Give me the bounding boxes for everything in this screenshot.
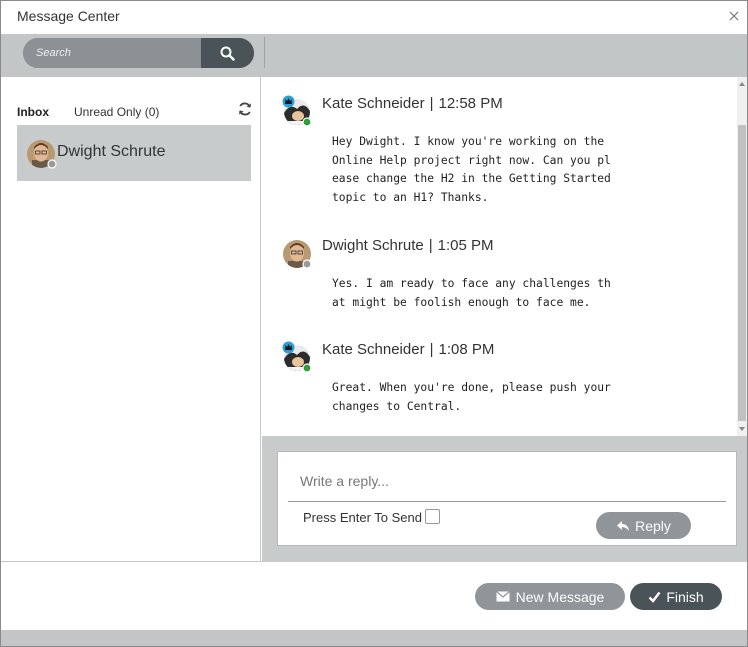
reply-button[interactable]: Reply — [596, 512, 691, 539]
search-box — [23, 38, 254, 68]
search-button[interactable] — [201, 38, 254, 68]
search-input[interactable] — [23, 38, 201, 68]
avatar — [282, 341, 312, 373]
footer: New Message Finish — [1, 562, 747, 630]
envelope-icon — [495, 591, 510, 602]
finish-button[interactable]: Finish — [630, 583, 722, 610]
close-icon[interactable] — [727, 9, 741, 23]
reply-arrow-icon — [617, 520, 630, 531]
message-time: 12:58 PM — [438, 95, 503, 112]
tab-inbox[interactable]: Inbox — [17, 105, 49, 119]
message-header: Dwight Schrute | 1:05 PM — [322, 237, 494, 254]
avatar — [27, 140, 57, 170]
refresh-icon[interactable] — [237, 101, 253, 117]
press-enter-checkbox[interactable] — [425, 509, 440, 524]
new-message-label: New Message — [515, 588, 605, 605]
header-separator: | — [429, 95, 434, 112]
search-icon — [220, 46, 235, 61]
reply-input[interactable] — [288, 456, 726, 502]
message-sender: Dwight Schrute — [322, 237, 424, 254]
tab-unread-only[interactable]: Unread Only (0) — [74, 105, 159, 119]
message-sender: Kate Schneider — [322, 341, 425, 358]
toolbar-divider — [264, 37, 265, 68]
finish-label: Finish — [666, 588, 704, 605]
search-toolbar — [1, 34, 747, 77]
avatar — [282, 95, 312, 127]
scrollbar-thumb[interactable] — [738, 125, 746, 421]
message-scrollbar[interactable] — [737, 77, 747, 436]
press-enter-label: Press Enter To Send — [303, 510, 422, 525]
avatar — [282, 237, 312, 269]
new-message-button[interactable]: New Message — [475, 583, 625, 610]
message-body: Hey Dwight. I know you're working on the… — [332, 135, 611, 204]
header-separator: | — [429, 341, 434, 358]
scroll-down-icon[interactable] — [739, 427, 745, 431]
message-body: Great. When you're done, please push you… — [332, 381, 611, 413]
reply-panel: Press Enter To Send Reply — [262, 436, 747, 561]
message-sender: Kate Schneider — [322, 95, 425, 112]
message-time: 1:05 PM — [437, 237, 494, 254]
conversation-list-pane: Inbox Unread Only (0) Dwight Schrute — [1, 77, 261, 561]
message-time: 1:08 PM — [438, 341, 495, 358]
reply-box: Press Enter To Send Reply — [277, 451, 737, 546]
reply-button-label: Reply — [635, 517, 671, 534]
message-header: Kate Schneider | 12:58 PM — [322, 95, 503, 112]
check-icon — [648, 591, 661, 603]
title-bar: Message Center — [1, 1, 747, 34]
bottom-strip — [1, 630, 747, 646]
header-separator: | — [428, 237, 433, 254]
scroll-up-icon[interactable] — [739, 82, 745, 86]
message-thread: Kate Schneider | 12:58 PM Hey Dwight. I kn… — [262, 77, 747, 436]
message-header: Kate Schneider | 1:08 PM — [322, 341, 494, 358]
window-title: Message Center — [17, 8, 120, 24]
conversation-name: Dwight Schrute — [57, 143, 166, 160]
message-center-window: Message Center Inbox Unread Only (0) — [0, 0, 748, 647]
conversation-item[interactable]: Dwight Schrute — [17, 125, 251, 181]
message-body: Yes. I am ready to face any challenges t… — [332, 277, 611, 309]
